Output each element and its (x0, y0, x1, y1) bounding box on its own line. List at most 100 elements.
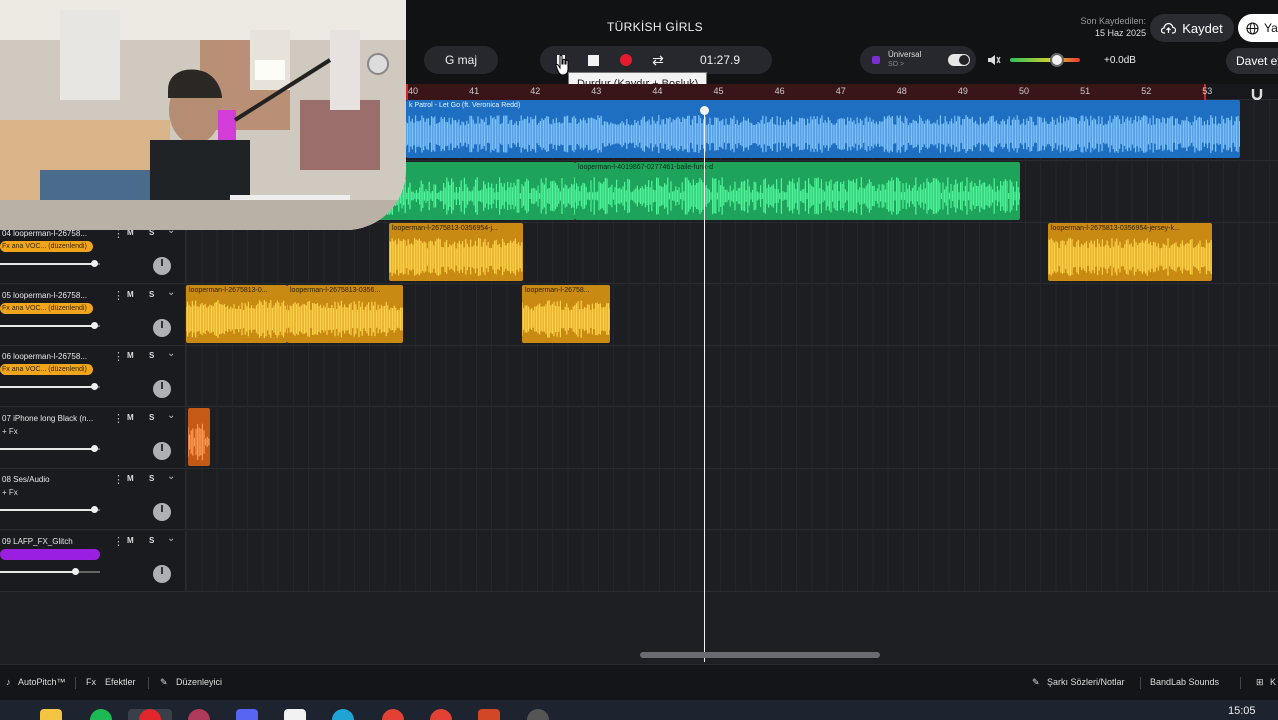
chevron-down-icon[interactable]: ⌄ (167, 471, 175, 482)
track-name[interactable]: 04 looperman-l-26758... (2, 229, 106, 238)
master-volume-slider[interactable] (1010, 58, 1080, 62)
master-volume-knob[interactable] (1050, 53, 1064, 67)
pan-knob[interactable] (153, 318, 171, 337)
mute-button[interactable]: M (127, 290, 134, 299)
audio-clip[interactable]: looperman-l-4019867-0277461-baile-funk-d (575, 161, 1020, 220)
audio-clip[interactable]: looperman-l-2675813-0356954-jersey-k... (1048, 223, 1212, 281)
speaker-icon[interactable] (986, 52, 1002, 68)
track-header[interactable]: 07 iPhone long Black (n... ⋮ M S ⌄ + Fx (0, 407, 186, 468)
save-button[interactable]: Kaydet (1150, 14, 1234, 42)
lyrics-button[interactable]: Şarkı Sözleri/Notlar (1047, 677, 1125, 687)
fader-knob[interactable] (72, 567, 79, 575)
spotify-icon[interactable] (90, 709, 112, 720)
loop-button[interactable]: ⇄ (650, 52, 666, 68)
chrome-icon[interactable] (382, 709, 404, 720)
file-explorer-icon[interactable] (40, 709, 62, 720)
fx-chain-chip[interactable]: Fx ana VOC... (düzenlendi) (0, 364, 93, 375)
mute-button[interactable]: M (127, 536, 134, 545)
track-name[interactable]: 06 looperman-l-26758... (2, 352, 106, 361)
fx-chain-chip[interactable]: Fx ana VOC... (düzenlendi) (0, 302, 93, 314)
track-name[interactable]: 09 LAFP_FX_Glitch (2, 537, 106, 546)
fader-knob[interactable] (91, 383, 98, 390)
track-menu-button[interactable]: ⋮ (113, 535, 124, 548)
solo-button[interactable]: S (149, 474, 154, 483)
chevron-down-icon[interactable]: ⌄ (167, 287, 175, 298)
autopitch-button[interactable]: AutoPitch™ (18, 677, 66, 687)
track-volume-fader[interactable] (0, 567, 100, 575)
audio-clip[interactable] (188, 407, 210, 466)
track-header[interactable]: 09 LAFP_FX_Glitch ⋮ M S ⌄ (0, 530, 186, 591)
effects-button[interactable]: Efektler (105, 677, 136, 687)
fader-knob[interactable] (91, 506, 98, 513)
track-menu-button[interactable]: ⋮ (113, 350, 124, 363)
project-title[interactable]: TÜRKİSH GİRLS (560, 20, 750, 34)
key-button[interactable]: G maj (424, 46, 498, 74)
playhead-handle[interactable] (700, 106, 709, 115)
solo-button[interactable]: S (149, 290, 154, 299)
editor-button[interactable]: Düzenleyici (176, 677, 222, 687)
solo-button[interactable]: S (149, 536, 154, 545)
mute-button[interactable]: M (127, 351, 134, 360)
horizontal-scrollbar[interactable] (640, 652, 880, 658)
obs-icon[interactable] (527, 709, 549, 720)
track-menu-button[interactable]: ⋮ (113, 412, 124, 425)
chevron-down-icon[interactable]: ⌄ (167, 348, 175, 359)
track-volume-fader[interactable] (0, 321, 100, 329)
track-menu-button[interactable]: ⋮ (113, 473, 124, 486)
audio-clip[interactable]: looperman-l-2675813-0... (186, 284, 287, 343)
app-icon[interactable] (188, 709, 210, 720)
pan-knob[interactable] (153, 564, 171, 583)
discord-icon[interactable] (236, 709, 258, 720)
track-lane[interactable] (186, 530, 1278, 591)
track-name[interactable]: 07 iPhone long Black (n... (2, 414, 106, 423)
track-volume-fader[interactable] (0, 260, 100, 267)
track-lane[interactable]: looperman-l-2675813-0... looperman-l-2675… (186, 284, 1278, 345)
record-button[interactable] (618, 52, 634, 68)
mute-button[interactable]: M (127, 413, 134, 422)
fader-knob[interactable] (91, 260, 98, 267)
pan-knob[interactable] (153, 503, 171, 521)
track-header[interactable]: 04 looperman-l-26758... ⋮ M S ⌄ Fx ana VOC...… (0, 223, 186, 283)
track-header[interactable]: 05 looperman-l-26758... ⋮ M S ⌄ Fx ana VOC...… (0, 284, 186, 345)
mute-button[interactable]: M (127, 474, 134, 483)
fader-knob[interactable] (91, 321, 98, 329)
more-panel-button[interactable]: K (1270, 677, 1276, 687)
fx-chain-chip[interactable] (0, 548, 100, 560)
sounds-button[interactable]: BandLab Sounds (1150, 677, 1219, 687)
edge-icon[interactable] (332, 709, 354, 720)
add-fx-button[interactable]: + Fx (2, 488, 18, 497)
track-lane[interactable] (186, 469, 1278, 529)
pan-knob[interactable] (153, 380, 171, 398)
pan-knob[interactable] (153, 441, 171, 460)
track-volume-fader[interactable] (0, 383, 100, 390)
invite-button[interactable]: Davet et (1226, 48, 1278, 74)
stop-button[interactable] (585, 52, 601, 68)
audio-clip[interactable]: looperman-l-26758... (522, 284, 610, 343)
track-lane[interactable] (186, 407, 1278, 468)
add-fx-button[interactable]: + Fx (2, 427, 18, 436)
chevron-down-icon[interactable]: ⌄ (167, 410, 175, 421)
metronome-toggle[interactable] (948, 54, 970, 66)
playhead[interactable] (704, 110, 705, 662)
track-lane[interactable]: looperman-l-2675813-0356954-j... looperma… (186, 223, 1278, 283)
pan-knob[interactable] (153, 257, 171, 275)
track-name[interactable]: 08 Ses/Audio (2, 475, 106, 484)
magnet-icon[interactable] (1250, 87, 1264, 101)
track-header[interactable]: 06 looperman-l-26758... ⋮ M S ⌄ Fx ana VOC...… (0, 346, 186, 406)
solo-button[interactable]: S (149, 351, 154, 360)
audio-clip[interactable]: looperman-l-2675813-0356954-j... (389, 223, 523, 281)
capcut-icon[interactable] (284, 709, 306, 720)
audio-clip[interactable]: k Patrol - Let Go (ft. Veronica Redd) (406, 100, 1240, 158)
fader-knob[interactable] (91, 444, 98, 452)
track-header[interactable]: 08 Ses/Audio ⋮ M S ⌄ + Fx (0, 469, 186, 529)
fx-chain-chip[interactable]: Fx ana VOC... (düzenlendi) (0, 241, 93, 252)
solo-button[interactable]: S (149, 413, 154, 422)
powerpoint-icon[interactable] (478, 709, 500, 720)
track-lane[interactable] (186, 346, 1278, 406)
audio-clip[interactable]: looperman-l-2675813-0356... (287, 284, 403, 343)
language-button[interactable]: Ya (1238, 14, 1278, 42)
track-menu-button[interactable]: ⋮ (113, 289, 124, 302)
chrome-icon[interactable] (430, 709, 452, 720)
chevron-down-icon[interactable]: ⌄ (167, 533, 175, 544)
track-name[interactable]: 05 looperman-l-26758... (2, 291, 106, 300)
